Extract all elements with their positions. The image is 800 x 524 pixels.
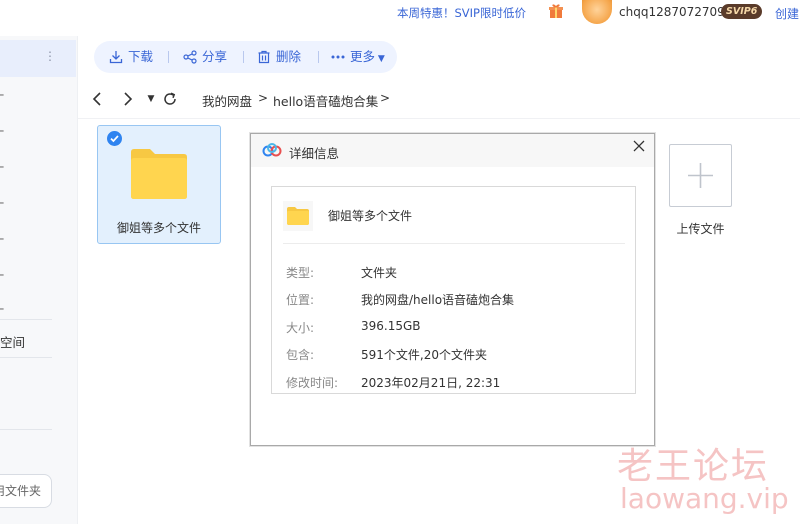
- new-folder-button[interactable]: 用文件夹: [0, 474, 52, 508]
- details-dialog: 详细信息 御姐等多个文件 类型: 文件夹 位置: 我的网盘/hello语音磕炮合…: [250, 133, 655, 446]
- breadcrumb-separator-icon: >: [380, 91, 391, 105]
- info-value: 2023年02月21日, 22:31: [361, 376, 501, 390]
- dialog-title: 详细信息: [289, 146, 340, 161]
- sidebar-item-fragment[interactable]: ╴: [0, 88, 7, 102]
- share-label: 分享: [202, 49, 228, 64]
- history-dropdown-button[interactable]: ▼: [143, 90, 159, 108]
- info-value: 396.15GB: [361, 319, 421, 333]
- dialog-header: 详细信息: [251, 134, 654, 167]
- close-icon: [633, 140, 645, 152]
- caret-down-icon: ▼: [147, 94, 155, 104]
- sidebar-divider: [0, 357, 52, 358]
- file-info-card: 御姐等多个文件 类型: 文件夹 位置: 我的网盘/hello语音磕炮合集 大小:…: [271, 186, 636, 394]
- breadcrumb-separator-icon: >: [258, 91, 269, 105]
- svip-promo-link[interactable]: 本周特惠！SVIP限时低价: [397, 5, 526, 21]
- toolbar-separator: [243, 51, 244, 63]
- more-label: 更多 ▼: [350, 41, 385, 75]
- download-label: 下载: [128, 49, 154, 64]
- checkmark-icon[interactable]: [107, 131, 122, 146]
- top-bar: 本周特惠！SVIP限时低价 chqq1287072709 SVIP6 创建: [0, 0, 800, 36]
- upload-file-label[interactable]: 上传文件: [669, 220, 732, 237]
- breadcrumb-current[interactable]: hello语音磕炮合集: [273, 91, 378, 110]
- info-key: 大小:: [286, 321, 315, 335]
- file-tile[interactable]: 御姐等多个文件: [97, 125, 221, 244]
- close-button[interactable]: [630, 136, 648, 156]
- folder-icon: [131, 149, 187, 199]
- baidu-netdisk-logo-icon: [262, 143, 282, 157]
- create-link[interactable]: 创建: [775, 5, 799, 22]
- content-divider: [78, 118, 800, 119]
- caret-down-icon: ▼: [375, 54, 385, 64]
- folder-icon: [283, 201, 313, 231]
- sidebar-item-fragment[interactable]: ╴: [0, 302, 7, 316]
- more-button[interactable]: 更多 ▼: [331, 41, 391, 73]
- sidebar-active-item[interactable]: [0, 40, 76, 77]
- watermark-url: laowang.vip: [620, 482, 789, 515]
- info-divider: [283, 243, 625, 244]
- sidebar-item-fragment[interactable]: ╴: [0, 268, 7, 282]
- file-tile-name: 御姐等多个文件: [116, 221, 201, 235]
- forward-button[interactable]: [120, 90, 136, 108]
- info-key: 修改时间:: [286, 376, 339, 390]
- user-avatar[interactable]: [582, 0, 612, 24]
- info-value: 文件夹: [361, 266, 398, 280]
- chevron-right-icon: [124, 92, 133, 106]
- download-icon: [109, 51, 123, 64]
- sidebar-item-fragment[interactable]: ╴: [0, 196, 7, 210]
- gift-icon[interactable]: [548, 3, 564, 19]
- chevron-left-icon: [92, 92, 101, 106]
- more-vertical-icon[interactable]: ⋮: [44, 50, 56, 62]
- more-text: 更多: [350, 49, 376, 64]
- username[interactable]: chqq1287072709: [619, 5, 725, 19]
- trash-icon: [258, 50, 270, 64]
- upload-file-button[interactable]: [669, 144, 732, 207]
- info-item-name: 御姐等多个文件: [328, 209, 413, 223]
- share-icon: [183, 50, 197, 64]
- plus-icon: [688, 163, 713, 188]
- share-button[interactable]: 分享: [183, 41, 235, 73]
- info-key: 类型:: [286, 266, 315, 280]
- sidebar-item-fragment[interactable]: ╴: [0, 124, 7, 138]
- more-dots-icon: [331, 55, 345, 59]
- sidebar-space-label[interactable]: 空间: [0, 332, 25, 351]
- sidebar-divider: [0, 429, 52, 430]
- refresh-icon: [164, 92, 176, 105]
- breadcrumb-root[interactable]: 我的网盘: [202, 91, 252, 110]
- toolbar-separator: [168, 51, 169, 63]
- file-toolbar: 下载 分享 删除 更多 ▼: [94, 41, 397, 73]
- sidebar: ⋮ ╴ ╴ ╴ ╴ ╴ ╴ ╴ 空间 用文件夹: [0, 36, 78, 524]
- info-key: 位置:: [286, 293, 315, 307]
- delete-label: 删除: [276, 49, 302, 64]
- sidebar-item-fragment[interactable]: ╴: [0, 160, 7, 174]
- info-value: 591个文件,20个文件夹: [361, 348, 487, 362]
- info-key: 包含:: [286, 348, 315, 362]
- delete-button[interactable]: 删除: [257, 41, 309, 73]
- refresh-button[interactable]: [162, 90, 178, 108]
- info-value: 我的网盘/hello语音磕炮合集: [361, 293, 515, 307]
- back-button[interactable]: [90, 90, 106, 108]
- sidebar-item-fragment[interactable]: ╴: [0, 232, 7, 246]
- download-button[interactable]: 下载: [109, 41, 161, 73]
- vip-level-badge: SVIP6: [721, 4, 763, 19]
- sidebar-divider: [0, 319, 52, 320]
- toolbar-separator: [318, 51, 319, 63]
